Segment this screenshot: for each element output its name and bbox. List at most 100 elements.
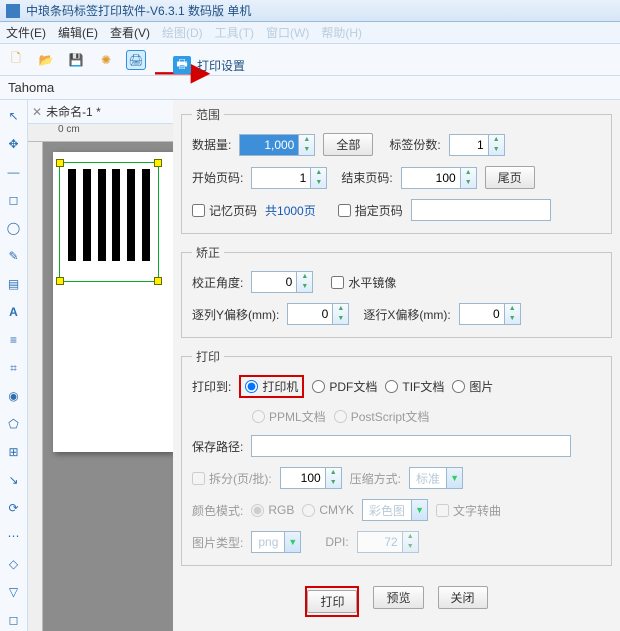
pencil-icon[interactable]: ✎ xyxy=(4,246,24,266)
label-page[interactable] xyxy=(53,152,173,452)
opt-pdf-radio[interactable]: PDF文档 xyxy=(312,378,377,395)
ellipse-icon[interactable]: ◯ xyxy=(4,218,24,238)
opt-ps-radio[interactable]: PostScript文档 xyxy=(334,408,430,425)
preview-button[interactable]: 预览 xyxy=(373,586,423,609)
end-page-input[interactable]: ▲▼ xyxy=(401,167,477,189)
spinner-icon[interactable]: ▲▼ xyxy=(325,468,341,488)
diamond-icon[interactable]: ◇ xyxy=(4,554,24,574)
img-type-combo[interactable]: png ▼ xyxy=(251,531,301,553)
total-pages-link[interactable]: 共1000页 xyxy=(265,202,316,219)
x-offset-label: 逐行X偏移(mm): xyxy=(363,306,450,323)
angle-input[interactable]: ▲▼ xyxy=(251,271,313,293)
arrow-tool-icon[interactable]: ↘ xyxy=(4,470,24,490)
menu-view[interactable]: 查看(V) xyxy=(110,24,150,41)
open-icon[interactable]: 📂 xyxy=(36,50,56,70)
opt-cmyk-radio[interactable]: CMYK xyxy=(302,503,354,517)
spinner-icon[interactable]: ▲▼ xyxy=(296,272,312,292)
last-page-button[interactable]: 尾页 xyxy=(485,166,535,189)
chevron-down-icon[interactable]: ▼ xyxy=(446,468,462,488)
range-legend: 范围 xyxy=(192,106,224,123)
opt-tif-radio[interactable]: TIF文档 xyxy=(385,378,444,395)
barcode-icon[interactable]: ⌗ xyxy=(4,358,24,378)
spinner-icon[interactable]: ▲▼ xyxy=(402,532,418,552)
menu-tool[interactable]: 工具(T) xyxy=(215,24,254,41)
color-mode-label: 颜色模式: xyxy=(192,502,243,519)
move-icon[interactable]: ✥ xyxy=(4,134,24,154)
image-icon[interactable]: ▤ xyxy=(4,274,24,294)
square-icon[interactable]: ◻ xyxy=(4,610,24,630)
print-button[interactable]: 打印 xyxy=(307,590,357,613)
save-icon[interactable]: 💾 xyxy=(66,50,86,70)
highlight-print-button: 打印 xyxy=(305,586,359,617)
specify-page-checkbox[interactable]: 指定页码 xyxy=(338,202,403,219)
close-icon[interactable]: ✕ xyxy=(32,105,42,119)
menu-edit[interactable]: 编辑(E) xyxy=(58,24,98,41)
y-offset-input[interactable]: ▲▼ xyxy=(287,303,349,325)
chevron-down-icon[interactable]: ▼ xyxy=(284,532,300,552)
more-icon[interactable]: ⋯ xyxy=(4,526,24,546)
mirror-checkbox[interactable]: 水平镜像 xyxy=(331,274,396,291)
ruler-horizontal: 0 cm xyxy=(28,124,173,142)
rotate-icon[interactable]: ⟳ xyxy=(4,498,24,518)
save-path-input[interactable] xyxy=(251,435,571,457)
table-icon[interactable]: ⊞ xyxy=(4,442,24,462)
opt-ppml-radio[interactable]: PPML文档 xyxy=(252,408,326,425)
spinner-icon[interactable]: ▲▼ xyxy=(310,168,326,188)
barcode-object[interactable] xyxy=(59,162,159,282)
window-titlebar: 中琅条码标签打印软件-V6.3.1 数码版 单机 xyxy=(0,0,620,22)
new-doc-icon[interactable]: 🗋 xyxy=(6,50,26,70)
triangle-icon[interactable]: ▽ xyxy=(4,582,24,602)
opt-img-radio[interactable]: 图片 xyxy=(452,378,493,395)
document-viewport[interactable] xyxy=(43,142,173,631)
dialog-title: 打印设置 xyxy=(197,57,245,74)
qrcode-icon[interactable]: ◉ xyxy=(4,386,24,406)
spinner-icon[interactable]: ▲▼ xyxy=(298,135,314,155)
menu-file[interactable]: 文件(E) xyxy=(6,24,46,41)
menu-help[interactable]: 帮助(H) xyxy=(321,24,362,41)
app-icon xyxy=(6,4,20,18)
print-icon[interactable]: 🖨 xyxy=(126,50,146,70)
spinner-icon[interactable]: ▲▼ xyxy=(460,168,476,188)
gear-icon[interactable]: ✺ xyxy=(96,50,116,70)
menu-shape[interactable]: 绘图(D) xyxy=(162,24,203,41)
handle-icon[interactable] xyxy=(56,277,64,285)
print-settings-icon: 🖶 xyxy=(173,56,191,74)
compress-label: 压缩方式: xyxy=(350,470,401,487)
dpi-input[interactable]: ▲▼ xyxy=(357,531,419,553)
font-name-display[interactable]: Tahoma xyxy=(8,80,54,95)
outline-text-checkbox[interactable]: 文字转曲 xyxy=(436,502,501,519)
x-offset-input[interactable]: ▲▼ xyxy=(459,303,521,325)
chevron-down-icon[interactable]: ▼ xyxy=(411,500,427,520)
richtext-icon[interactable]: ≡ xyxy=(4,330,24,350)
opt-printer-radio[interactable]: 打印机 xyxy=(245,378,298,395)
start-page-input[interactable]: ▲▼ xyxy=(251,167,327,189)
rect-icon[interactable]: ◻ xyxy=(4,190,24,210)
menu-window[interactable]: 窗口(W) xyxy=(266,24,309,41)
close-button[interactable]: 关闭 xyxy=(438,586,488,609)
line-icon[interactable]: — xyxy=(4,162,24,182)
handle-icon[interactable] xyxy=(154,277,162,285)
handle-icon[interactable] xyxy=(56,159,64,167)
compress-combo[interactable]: 标准 ▼ xyxy=(409,467,463,489)
spinner-icon[interactable]: ▲▼ xyxy=(504,304,520,324)
data-count-input[interactable]: ▲▼ xyxy=(239,134,315,156)
angle-label: 校正角度: xyxy=(192,274,243,291)
label-copies-input[interactable]: ▲▼ xyxy=(449,134,505,156)
document-tab[interactable]: ✕ 未命名-1 * xyxy=(28,100,173,124)
opt-rgb-radio[interactable]: RGB xyxy=(251,503,294,517)
polygon-icon[interactable]: ⬠ xyxy=(4,414,24,434)
text-icon[interactable]: A xyxy=(4,302,24,322)
split-checkbox[interactable]: 拆分(页/批): xyxy=(192,470,272,487)
dpi-label: DPI: xyxy=(325,535,348,549)
all-button[interactable]: 全部 xyxy=(323,133,373,156)
spinner-icon[interactable]: ▲▼ xyxy=(332,304,348,324)
handle-icon[interactable] xyxy=(154,159,162,167)
spinner-icon[interactable]: ▲▼ xyxy=(488,135,504,155)
color-combo[interactable]: 彩色图 ▼ xyxy=(362,499,428,521)
end-page-label: 结束页码: xyxy=(341,169,392,186)
ruler-vertical xyxy=(28,142,43,631)
pointer-icon[interactable]: ↖ xyxy=(4,106,24,126)
remember-page-checkbox[interactable]: 记忆页码 xyxy=(192,202,257,219)
split-input[interactable]: ▲▼ xyxy=(280,467,342,489)
specify-page-input[interactable] xyxy=(411,199,551,221)
